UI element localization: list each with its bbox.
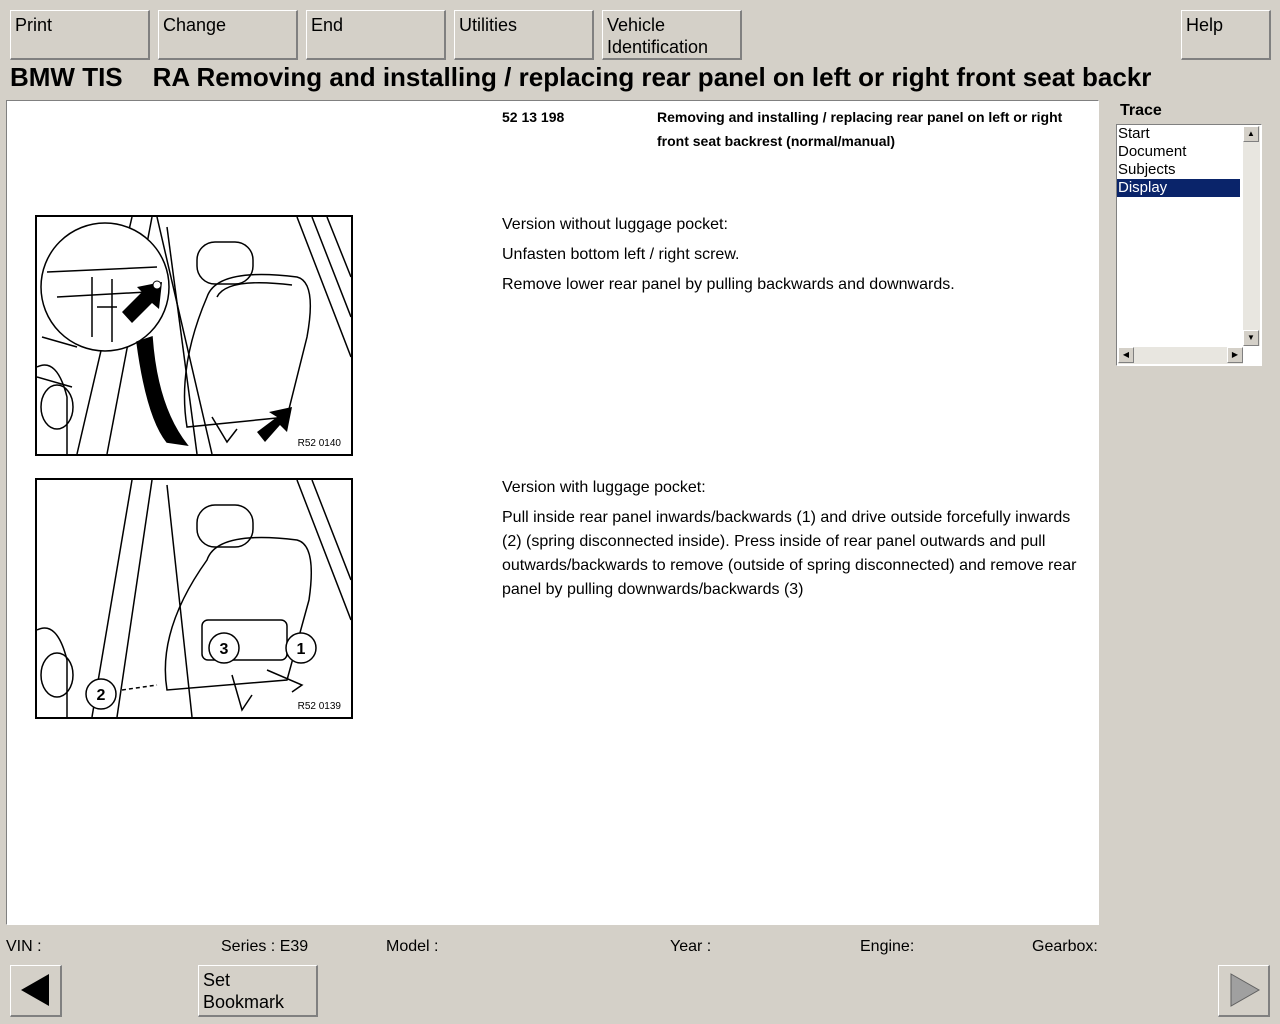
figure-r52-0140: R52 0140	[35, 215, 353, 456]
help-button[interactable]: Help	[1181, 10, 1271, 60]
trace-item-subjects[interactable]: Subjects	[1117, 161, 1240, 179]
triangle-left-icon	[21, 974, 49, 1006]
print-button[interactable]: Print	[10, 10, 150, 60]
callout-2: 2	[97, 687, 106, 704]
section1-step-1: Unfasten bottom left / right screw.	[502, 246, 740, 263]
year-field: Year :	[670, 938, 712, 955]
vehicle-identification-button[interactable]: Vehicle Identification	[602, 10, 742, 60]
set-bookmark-button[interactable]: Set Bookmark	[198, 965, 318, 1017]
page-title: BMW TIS RA Removing and installing / repl…	[10, 62, 1270, 94]
bookmark-label-line2: Bookmark	[203, 992, 285, 1012]
trace-label: Trace	[1120, 102, 1162, 119]
vehicle-status-bar: VIN : Series : E39 Model : Year : Engine…	[0, 938, 1280, 958]
vehicle-id-label-line1: Vehicle	[607, 15, 666, 35]
document-viewer[interactable]: 52 13 198 Removing and installing / repl…	[6, 100, 1099, 925]
document-number: 52 13 198	[502, 109, 565, 125]
trace-horizontal-scrollbar[interactable]: ◀ ▶	[1118, 347, 1243, 364]
trace-item-document[interactable]: Document	[1117, 143, 1240, 161]
model-field: Model :	[386, 938, 439, 955]
document-title: RA Removing and installing / replacing r…	[152, 62, 1152, 92]
utilities-label: Utilities	[459, 15, 518, 35]
figure-label-r52-0140: R52 0140	[297, 438, 341, 449]
trace-item-display[interactable]: Display	[1117, 179, 1240, 197]
engine-field: Engine:	[860, 938, 915, 955]
change-label: Change	[163, 15, 227, 35]
callout-3: 3	[220, 641, 229, 658]
trace-item-start[interactable]: Start	[1117, 125, 1240, 143]
figure-label-r52-0139: R52 0139	[297, 701, 341, 712]
trace-vertical-scrollbar[interactable]: ▲ ▼	[1243, 126, 1260, 346]
figure-r52-0139: 3 1 2 R52 0139	[35, 478, 353, 719]
section2-heading: Version with luggage pocket:	[502, 479, 706, 496]
utilities-button[interactable]: Utilities	[454, 10, 594, 60]
gearbox-field: Gearbox:	[1032, 938, 1098, 955]
back-button[interactable]	[10, 965, 62, 1017]
section1-heading: Version without luggage pocket:	[502, 216, 728, 233]
system-name: BMW TIS	[10, 62, 123, 92]
section2-step-1: Pull inside rear panel inwards/backwards…	[502, 509, 1077, 598]
scroll-left-icon[interactable]: ◀	[1118, 347, 1134, 363]
scroll-right-icon[interactable]: ▶	[1227, 347, 1243, 363]
document-heading: Removing and installing / replacing rear…	[657, 109, 1063, 149]
end-label: End	[311, 15, 344, 35]
trace-list[interactable]: Start Document Subjects Display ▲ ▼ ◀ ▶	[1116, 124, 1262, 366]
vin-field: VIN :	[6, 938, 42, 955]
section1-step-2: Remove lower rear panel by pulling backw…	[502, 276, 955, 293]
section-without-pocket: Version without luggage pocket: Unfasten…	[502, 213, 1087, 303]
print-label: Print	[15, 15, 53, 35]
forward-button[interactable]	[1218, 965, 1270, 1017]
seat-illustration-without-pocket	[37, 217, 351, 454]
section-with-pocket: Version with luggage pocket: Pull inside…	[502, 476, 1087, 608]
help-label: Help	[1186, 15, 1224, 35]
seat-illustration-with-pocket: 3 1 2	[37, 480, 351, 717]
series-field: Series : E39	[221, 938, 309, 955]
vehicle-id-label-line2: Identification	[607, 37, 709, 57]
change-button[interactable]: Change	[158, 10, 298, 60]
scroll-down-icon[interactable]: ▼	[1243, 330, 1259, 346]
bookmark-label-line1: Set	[203, 970, 231, 990]
triangle-right-icon	[1230, 973, 1261, 1007]
end-button[interactable]: End	[306, 10, 446, 60]
callout-1: 1	[297, 641, 306, 658]
scroll-up-icon[interactable]: ▲	[1243, 126, 1259, 142]
